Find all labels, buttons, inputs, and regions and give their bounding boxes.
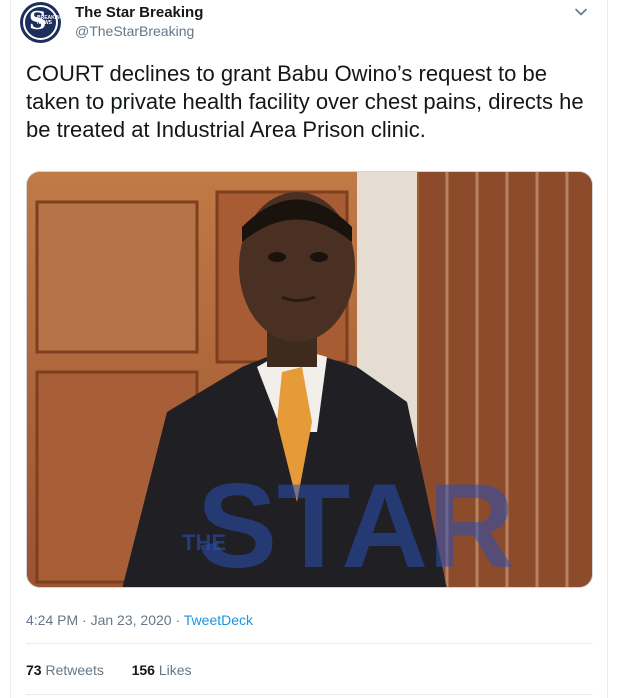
meta-separator: ·	[175, 612, 181, 628]
chevron-down-icon[interactable]	[573, 4, 589, 20]
tweet-stats: 73 Retweets 156 Likes	[26, 660, 192, 680]
likes-stat[interactable]: 156 Likes	[132, 662, 192, 678]
retweets-count: 73	[26, 662, 42, 678]
divider-top	[26, 643, 593, 644]
photo-illustration: STAR THE	[27, 172, 592, 588]
author-name[interactable]: The Star Breaking	[75, 3, 203, 23]
watermark-large: STAR	[197, 459, 515, 588]
tweet-text: COURT declines to grant Babu Owino’s req…	[26, 61, 584, 142]
author-handle[interactable]: @TheStarBreaking	[75, 22, 194, 40]
meta-separator: ·	[82, 612, 87, 628]
retweets-stat[interactable]: 73 Retweets	[26, 662, 104, 678]
tweet-date[interactable]: Jan 23, 2020	[91, 612, 172, 628]
watermark-small: THE	[182, 530, 226, 555]
tweet-source-link[interactable]: TweetDeck	[184, 612, 253, 628]
divider-bottom	[26, 694, 593, 695]
avatar-subtext: BREAKING NEWS	[37, 15, 61, 26]
likes-label: Likes	[158, 662, 192, 678]
retweets-label: Retweets	[45, 662, 104, 678]
author-avatar[interactable]: S BREAKING NEWS	[20, 2, 61, 43]
likes-count: 156	[131, 662, 155, 678]
tweet-time[interactable]: 4:24 PM	[26, 612, 78, 628]
tweet-meta: 4:24 PM · Jan 23, 2020 · TweetDeck	[26, 611, 253, 629]
tweet-photo[interactable]: STAR THE	[26, 171, 593, 588]
